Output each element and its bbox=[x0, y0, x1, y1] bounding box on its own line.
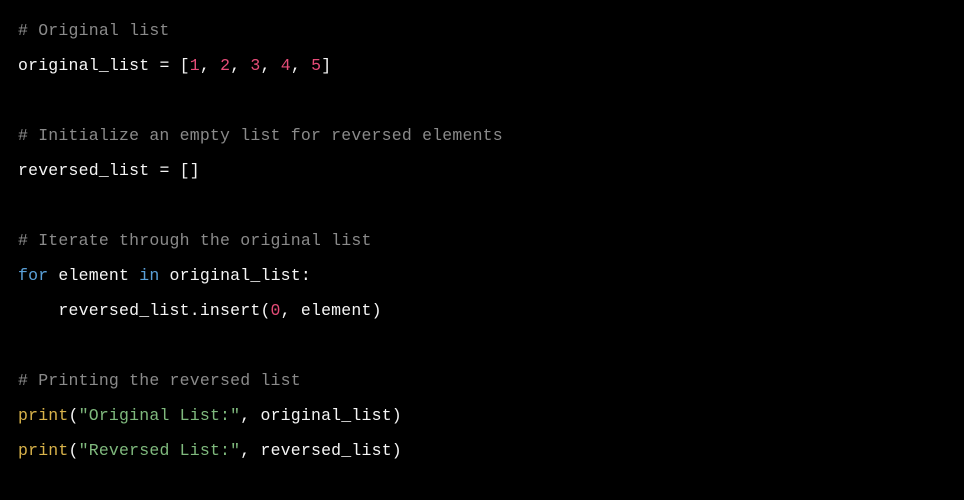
number-literal: 3 bbox=[250, 56, 260, 75]
number-literal: 2 bbox=[220, 56, 230, 75]
code-text: [ bbox=[170, 56, 190, 75]
code-text: , reversed_list) bbox=[240, 441, 402, 460]
code-text: , bbox=[200, 56, 220, 75]
keyword: in bbox=[139, 266, 159, 285]
code-block: # Original list original_list = [1, 2, 3… bbox=[0, 0, 964, 483]
code-text: , bbox=[261, 56, 281, 75]
code-text: ( bbox=[69, 441, 79, 460]
string-literal: "Reversed List:" bbox=[79, 441, 241, 460]
code-text: ] bbox=[321, 56, 331, 75]
string-literal: "Original List:" bbox=[79, 406, 241, 425]
number-literal: 5 bbox=[311, 56, 321, 75]
keyword: for bbox=[18, 266, 48, 285]
code-text: reversed_list.insert( bbox=[18, 301, 271, 320]
code-text: original_list: bbox=[159, 266, 311, 285]
comment-line: # Original list bbox=[18, 21, 170, 40]
comment-line: # Printing the reversed list bbox=[18, 371, 301, 390]
code-text: original_list bbox=[18, 56, 159, 75]
code-text: element bbox=[48, 266, 139, 285]
code-text: = bbox=[159, 161, 169, 180]
code-text: [] bbox=[170, 161, 200, 180]
code-text: , element) bbox=[281, 301, 382, 320]
function-name: print bbox=[18, 441, 69, 460]
number-literal: 0 bbox=[271, 301, 281, 320]
comment-line: # Initialize an empty list for reversed … bbox=[18, 126, 503, 145]
comment-line: # Iterate through the original list bbox=[18, 231, 372, 250]
code-text: , original_list) bbox=[240, 406, 402, 425]
number-literal: 1 bbox=[190, 56, 200, 75]
code-text: , bbox=[291, 56, 311, 75]
number-literal: 4 bbox=[281, 56, 291, 75]
code-text: ( bbox=[69, 406, 79, 425]
function-name: print bbox=[18, 406, 69, 425]
code-text: , bbox=[230, 56, 250, 75]
code-text: reversed_list bbox=[18, 161, 159, 180]
code-text: = bbox=[159, 56, 169, 75]
